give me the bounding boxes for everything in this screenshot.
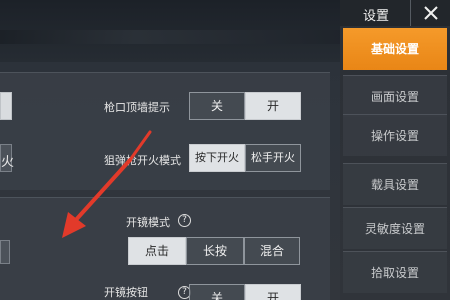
partial-option-button[interactable]	[0, 240, 10, 264]
sidebar-item-basic[interactable]: 基础设置	[343, 28, 447, 70]
top-background-strip	[0, 0, 340, 62]
scope-mode-label: 开镜模式	[126, 216, 170, 229]
sidebar-item-controls[interactable]: 操作设置	[343, 114, 447, 156]
settings-panel-firing	[0, 72, 330, 190]
scope-mode-tap-button[interactable]: 点击	[128, 237, 186, 265]
close-button[interactable]	[410, 0, 450, 26]
scope-button-off-button[interactable]: 关	[189, 284, 245, 300]
close-icon	[424, 6, 438, 20]
partial-option-button[interactable]: 火	[0, 144, 15, 172]
scope-mode-mixed-button[interactable]: 混合	[244, 237, 300, 265]
sidebar-item-graphics[interactable]: 画面设置	[343, 75, 447, 117]
help-icon[interactable]: ?	[178, 214, 191, 227]
muzzle-wall-hint-on-button[interactable]: 开	[245, 92, 301, 120]
sidebar-title: 设置	[363, 9, 390, 24]
partial-option-button[interactable]	[0, 92, 12, 120]
partial-option-label: 火	[1, 155, 15, 170]
fire-on-press-button[interactable]: 按下开火	[189, 144, 245, 172]
fire-on-release-button[interactable]: 松手开火	[245, 144, 301, 172]
sidebar-item-pickup[interactable]: 拾取设置	[343, 251, 447, 293]
muzzle-wall-hint-off-button[interactable]: 关	[189, 92, 245, 120]
sniper-fire-mode-label: 狙弹枪开火模式	[104, 154, 181, 167]
sidebar-item-sensitivity[interactable]: 灵敏度设置	[343, 207, 447, 249]
sidebar-item-vehicle[interactable]: 载具设置	[343, 163, 447, 205]
scope-mode-hold-button[interactable]: 长按	[186, 237, 244, 265]
muzzle-wall-hint-label: 枪口顶墙提示	[104, 101, 170, 114]
scope-button-label: 开镜按钮	[104, 286, 148, 299]
scope-button-on-button[interactable]: 开	[245, 284, 301, 300]
